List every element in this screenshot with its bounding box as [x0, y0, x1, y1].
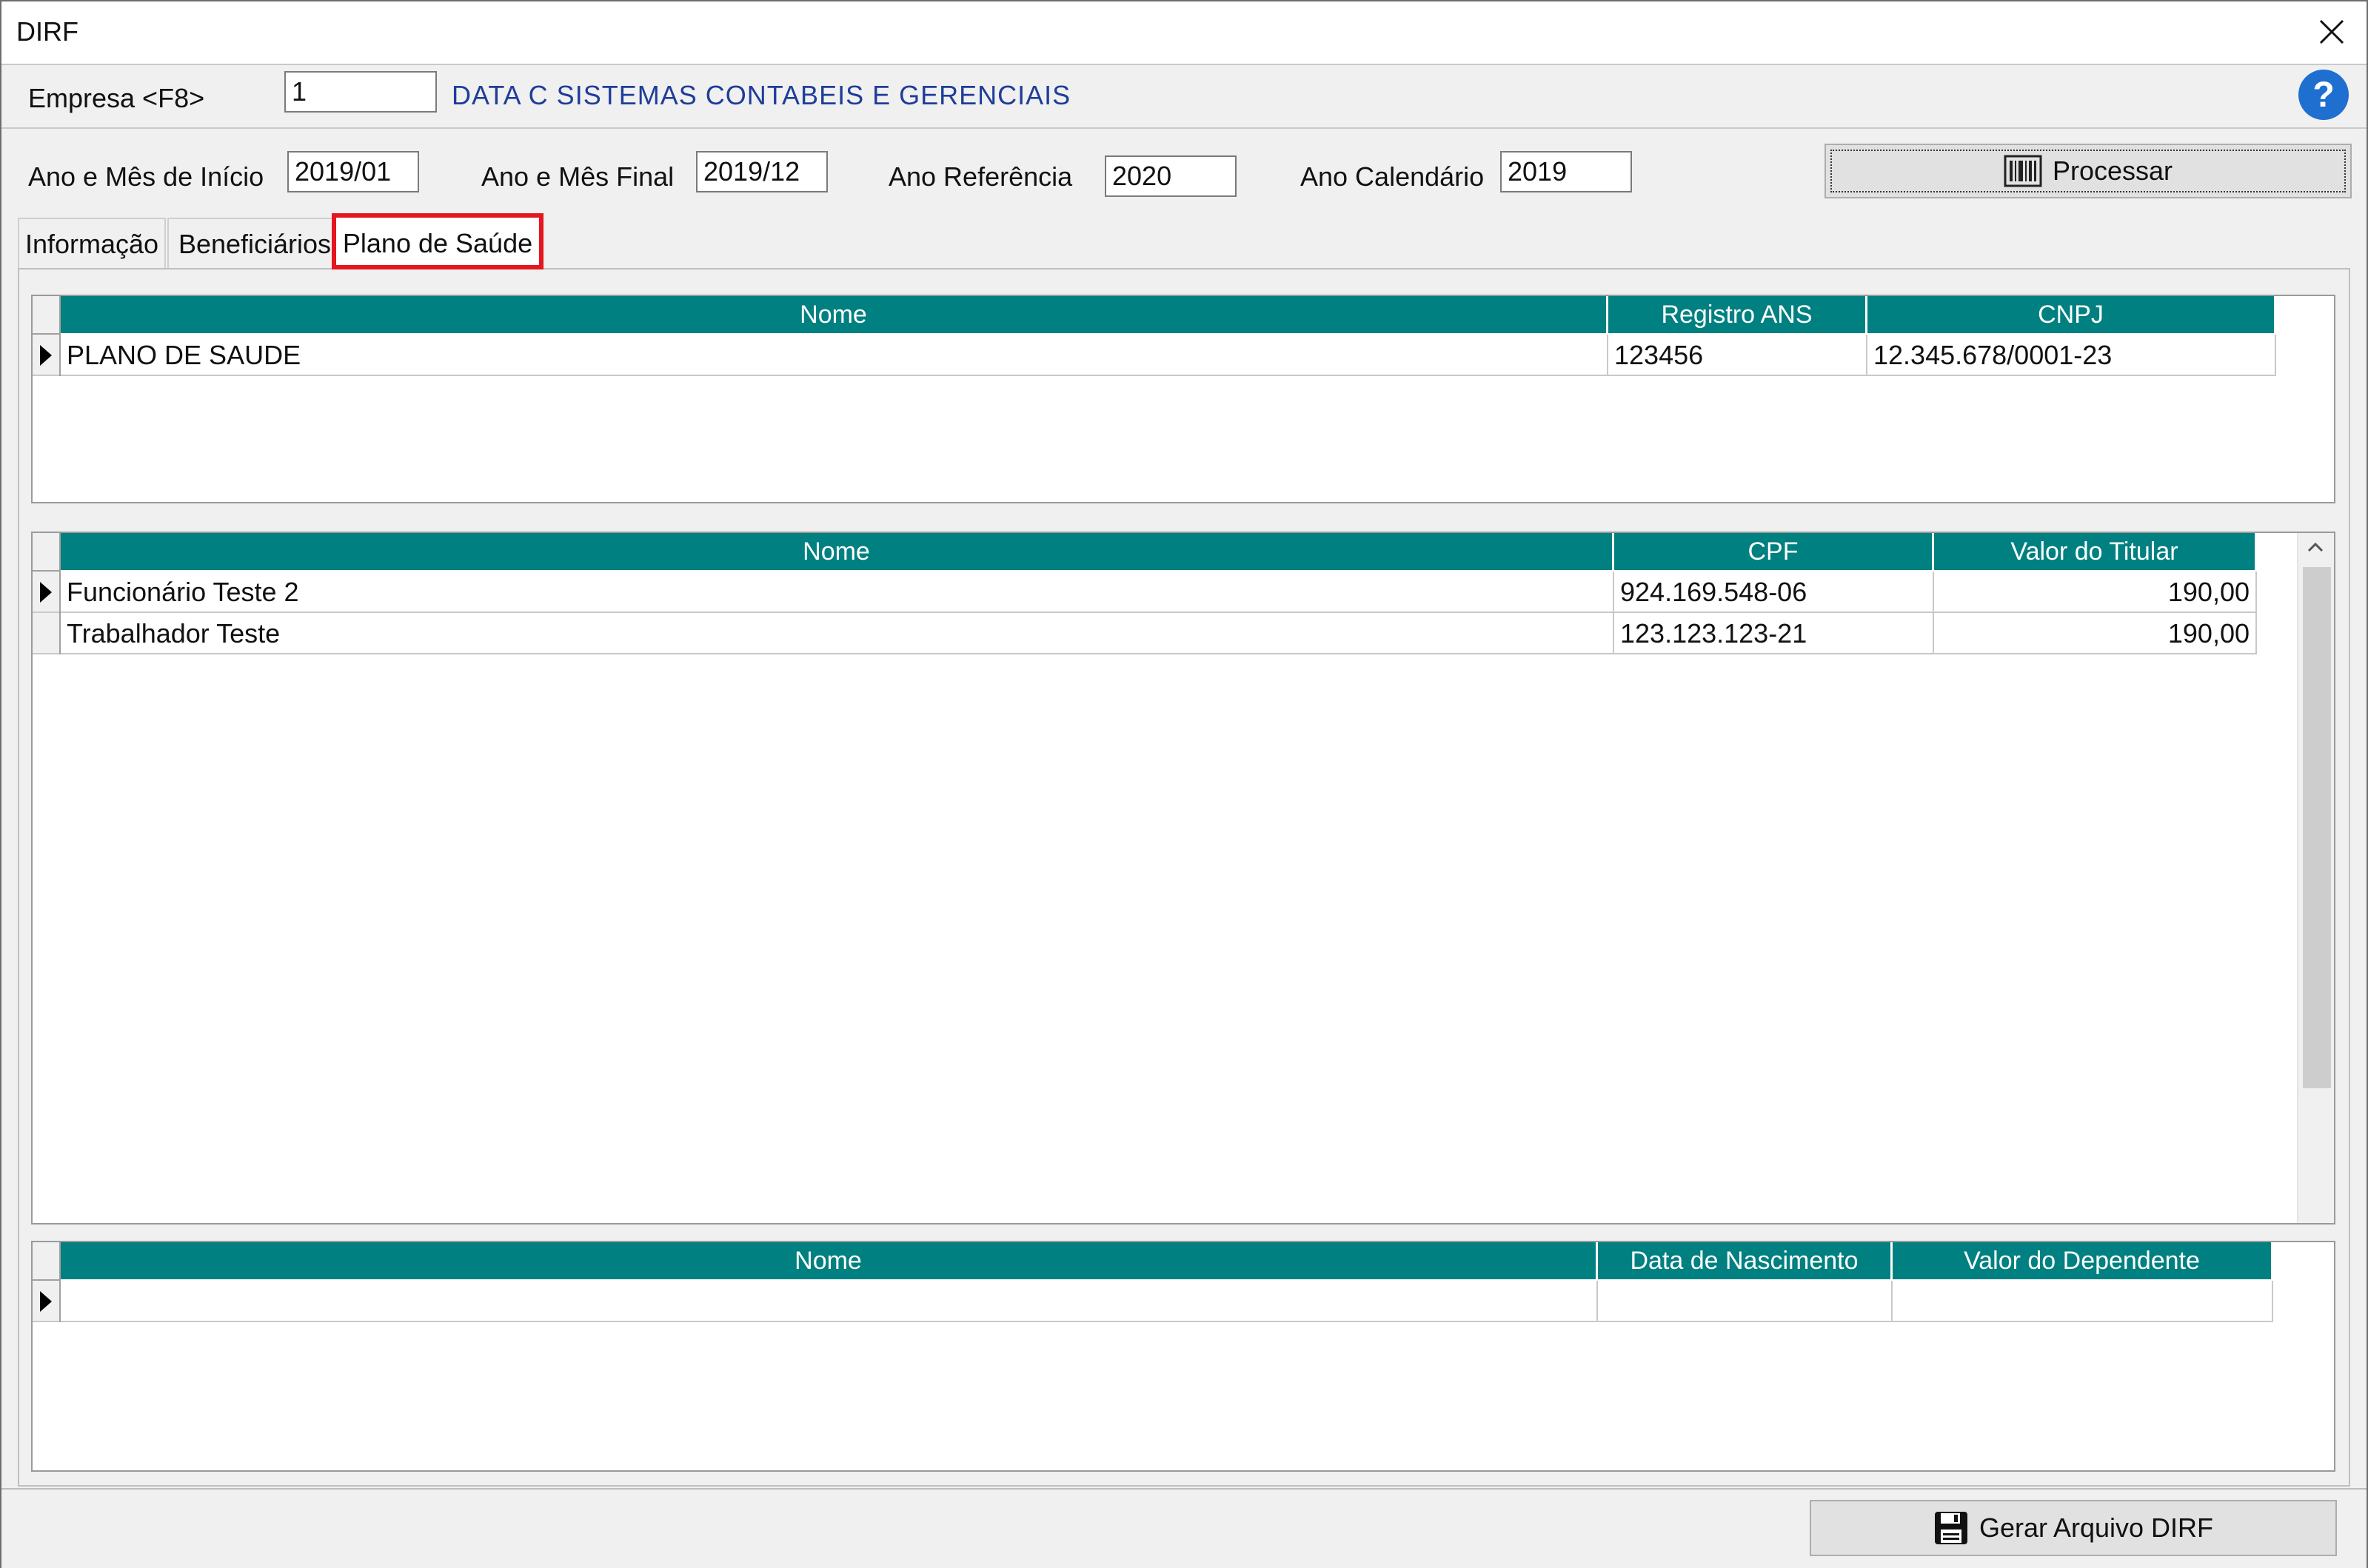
cell-data-nascimento[interactable]: [1598, 1281, 1893, 1322]
cell-valor[interactable]: 190,00: [1934, 572, 2257, 613]
cell-nome[interactable]: Funcionário Teste 2: [61, 572, 1614, 613]
start-period-input[interactable]: 2019/01: [287, 151, 419, 192]
current-row-arrow-icon: [40, 1291, 52, 1312]
company-label: Empresa <F8>: [28, 83, 205, 113]
plans-grid-header: Nome Registro ANS CNPJ: [61, 296, 2276, 333]
row-indicator[interactable]: [33, 572, 59, 613]
column-header-nome[interactable]: Nome: [61, 296, 1608, 333]
start-label: Ano e Mês de Início: [28, 161, 264, 192]
current-row-arrow-icon: [40, 582, 52, 603]
indicator-header: [33, 1242, 59, 1281]
footer-bar: Gerar Arquivo DIRF: [1, 1488, 2367, 1568]
row-indicator[interactable]: [33, 613, 59, 654]
ref-year-label: Ano Referência: [889, 161, 1073, 192]
holders-grid-header: Nome CPF Valor do Titular: [61, 533, 2257, 570]
cell-cnpj[interactable]: 12.345.678/0001-23: [1867, 335, 2276, 376]
title-bar: DIRF: [1, 1, 2367, 64]
generate-dirf-button[interactable]: Gerar Arquivo DIRF: [1810, 1500, 2337, 1556]
cell-valor[interactable]: 190,00: [1934, 613, 2257, 654]
column-header-valor-titular[interactable]: Valor do Titular: [1934, 533, 2257, 570]
company-code-input[interactable]: 1: [284, 71, 437, 113]
indicator-header: [33, 533, 59, 572]
barcode-icon: [2004, 155, 2042, 187]
cell-cpf[interactable]: 123.123.123-21: [1614, 613, 1934, 654]
dependents-grid: Nome Data de Nascimento Valor do Depende…: [31, 1241, 2335, 1472]
tab-plano-de-saude[interactable]: Plano de Saúde: [332, 213, 543, 269]
table-row[interactable]: PLANO DE SAUDE 123456 12.345.678/0001-23: [61, 335, 2276, 376]
column-header-registro-ans[interactable]: Registro ANS: [1608, 296, 1867, 333]
process-button[interactable]: Processar: [1825, 144, 2352, 198]
holders-grid: Nome CPF Valor do Titular Funcionário Te…: [31, 532, 2335, 1224]
end-period-input[interactable]: 2019/12: [696, 151, 828, 192]
column-header-cnpj[interactable]: CNPJ: [1867, 296, 2276, 333]
cell-nome[interactable]: PLANO DE SAUDE: [61, 335, 1608, 376]
close-icon[interactable]: [2315, 15, 2349, 49]
table-row-empty[interactable]: [61, 1281, 2273, 1322]
cell-nome[interactable]: Trabalhador Teste: [61, 613, 1614, 654]
tab-beneficiarios[interactable]: Beneficiários: [167, 218, 342, 268]
dirf-window: DIRF Empresa <F8> 1 DATA C SISTEMAS CONT…: [0, 0, 2368, 1568]
cell-registro-ans[interactable]: 123456: [1608, 335, 1867, 376]
indicator-header: [33, 296, 59, 335]
save-icon: [1934, 1512, 1967, 1544]
plans-grid: Nome Registro ANS CNPJ PLANO DE SAUDE 12…: [31, 295, 2335, 503]
row-indicator-column: [33, 533, 61, 654]
separator: [1, 127, 2367, 129]
row-indicator[interactable]: [33, 335, 59, 376]
row-indicator-column: [33, 296, 61, 376]
table-row[interactable]: Funcionário Teste 2 924.169.548-06 190,0…: [61, 572, 2257, 613]
process-button-label: Processar: [2052, 155, 2173, 186]
svg-text:?: ?: [2312, 76, 2334, 115]
cal-year-input[interactable]: 2019: [1500, 151, 1632, 192]
cell-valor[interactable]: [1893, 1281, 2273, 1322]
column-header-cpf[interactable]: CPF: [1614, 533, 1934, 570]
row-indicator-column: [33, 1242, 61, 1322]
current-row-arrow-icon: [40, 345, 52, 366]
column-header-nome[interactable]: Nome: [61, 1242, 1598, 1279]
column-header-valor-dependente[interactable]: Valor do Dependente: [1893, 1242, 2273, 1279]
table-row[interactable]: Trabalhador Teste 123.123.123-21 190,00: [61, 613, 2257, 654]
ref-year-input[interactable]: 2020: [1105, 155, 1237, 197]
row-indicator[interactable]: [33, 1281, 59, 1322]
end-label: Ano e Mês Final: [481, 161, 675, 192]
tab-panel: Nome Registro ANS CNPJ PLANO DE SAUDE 12…: [18, 268, 2350, 1487]
cell-nome[interactable]: [61, 1281, 1598, 1322]
help-icon[interactable]: ?: [2297, 68, 2350, 121]
dependents-grid-header: Nome Data de Nascimento Valor do Depende…: [61, 1242, 2273, 1279]
scroll-up-icon[interactable]: [2298, 533, 2332, 563]
vertical-scrollbar[interactable]: [2297, 533, 2334, 1223]
column-header-data-nascimento[interactable]: Data de Nascimento: [1598, 1242, 1893, 1279]
generate-button-label: Gerar Arquivo DIRF: [1979, 1512, 2214, 1543]
column-header-nome[interactable]: Nome: [61, 533, 1614, 570]
tab-informacao[interactable]: Informação: [18, 218, 166, 268]
window-title: DIRF: [16, 16, 78, 47]
cal-year-label: Ano Calendário: [1300, 161, 1485, 192]
company-name: DATA C SISTEMAS CONTABEIS E GERENCIAIS: [452, 80, 1071, 110]
cell-cpf[interactable]: 924.169.548-06: [1614, 572, 1934, 613]
scroll-thumb[interactable]: [2303, 567, 2331, 1088]
